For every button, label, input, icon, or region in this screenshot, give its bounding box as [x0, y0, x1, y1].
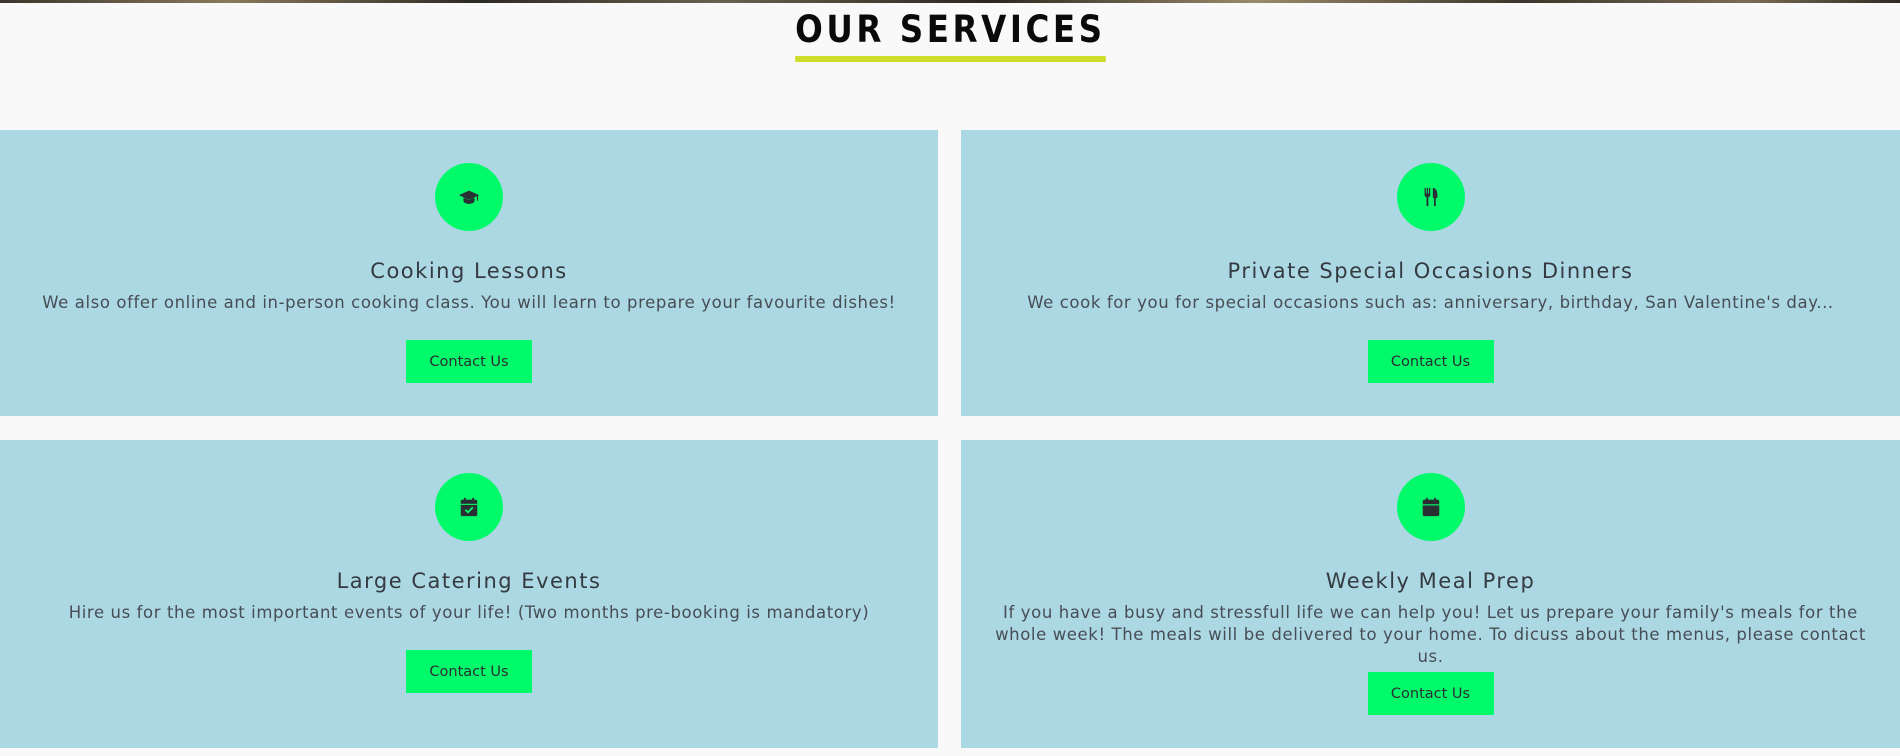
service-description: If you have a busy and stressfull life w… [995, 603, 1866, 666]
graduation-cap-icon-glyph [458, 190, 480, 204]
calendar-icon [1396, 473, 1465, 541]
service-card-catering-events: Large Catering Events Hire us for the mo… [0, 440, 938, 748]
service-card-weekly-meal-prep: Weekly Meal Prep If you have a busy and … [961, 440, 1900, 748]
contact-us-button[interactable]: Contact Us [1367, 340, 1494, 383]
service-title: Large Catering Events [336, 569, 602, 593]
graduation-cap-icon [435, 163, 503, 231]
contact-us-button[interactable]: Contact Us [406, 650, 532, 693]
hero-image-edge [0, 0, 1900, 3]
calendar-check-icon [435, 473, 503, 541]
contact-us-button[interactable]: Contact Us [1367, 672, 1494, 715]
service-description: Hire us for the most important events of… [68, 603, 870, 622]
service-card-cooking-lessons: Cooking Lessons We also offer online and… [0, 130, 938, 416]
calendar-icon-glyph [1422, 497, 1439, 517]
contact-us-button[interactable]: Contact Us [406, 340, 532, 383]
service-title: Cooking Lessons [370, 259, 568, 283]
service-card-private-dinners: Private Special Occasions Dinners We coo… [961, 130, 1900, 416]
utensils-icon [1396, 163, 1465, 231]
section-title-text: OUR SERVICES [794, 6, 1106, 62]
service-description: We cook for you for special occasions su… [1027, 293, 1834, 312]
utensils-icon-glyph [1424, 187, 1437, 207]
service-description: We also offer online and in-person cooki… [42, 293, 896, 312]
calendar-check-icon-glyph [460, 497, 478, 517]
service-title: Private Special Occasions Dinners [1227, 259, 1634, 283]
service-title: Weekly Meal Prep [1325, 569, 1536, 593]
section-title: OUR SERVICES [0, 6, 1900, 62]
